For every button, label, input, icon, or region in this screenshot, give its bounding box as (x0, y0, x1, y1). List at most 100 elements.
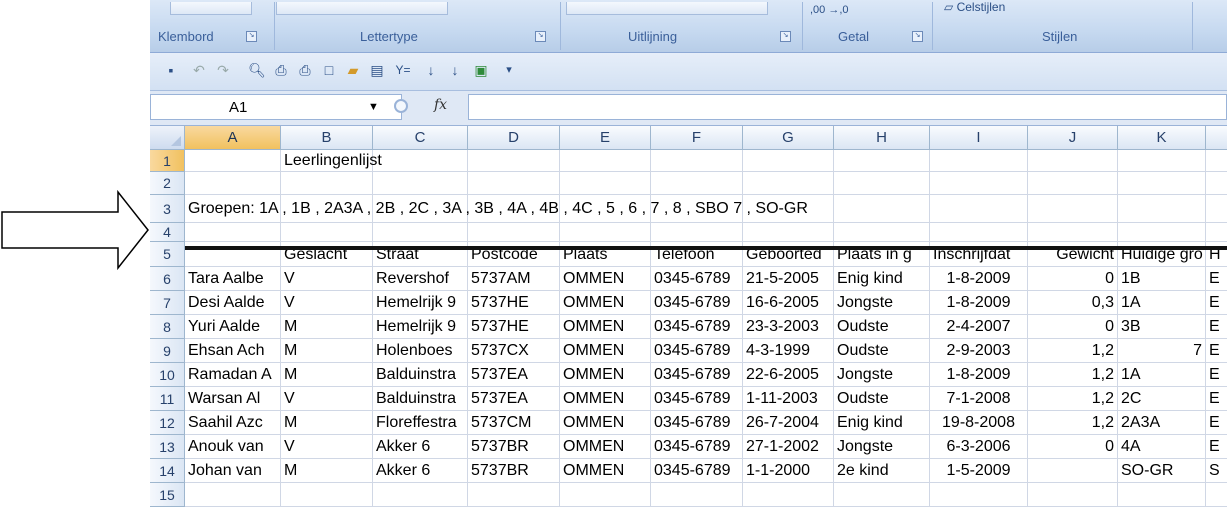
table-cell[interactable]: 0345-6789 (651, 291, 743, 315)
sort-descending-icon[interactable]: ↓ (446, 61, 464, 79)
formula-input[interactable] (468, 94, 1227, 120)
column-header[interactable]: I (930, 126, 1028, 150)
print-preview-icon[interactable]: 🔍︎ (248, 61, 266, 79)
table-cell[interactable]: 5737CM (468, 411, 560, 435)
table-cell[interactable]: Leerlingenlijst (281, 150, 382, 172)
table-cell[interactable]: E (1206, 411, 1227, 435)
table-cell[interactable]: 1,2 (1028, 339, 1118, 363)
row-header[interactable]: 8 (150, 315, 185, 339)
table-cell[interactable]: Holenboes (373, 339, 468, 363)
table-cell[interactable]: 1A (1118, 291, 1206, 315)
table-cell[interactable]: 4A (1118, 435, 1206, 459)
table-cell[interactable]: OMMEN (560, 411, 651, 435)
column-header[interactable]: B (281, 126, 373, 150)
table-cell[interactable]: Jongste (834, 363, 930, 387)
decrease-decimal-button[interactable]: ,00 →,0 (810, 4, 849, 16)
table-cell[interactable]: 21-5-2005 (743, 267, 834, 291)
undo-icon[interactable]: ↶ (190, 61, 208, 79)
row-header[interactable]: 7 (150, 291, 185, 315)
table-cell[interactable] (930, 172, 1028, 195)
page-setup-icon[interactable]: ▤ (368, 61, 386, 79)
table-cell[interactable] (560, 223, 651, 242)
table-cell[interactable]: Jongste (834, 291, 930, 315)
table-cell[interactable] (651, 223, 743, 242)
table-cell[interactable] (1028, 483, 1118, 507)
table-cell[interactable]: 16-6-2005 (743, 291, 834, 315)
table-cell[interactable]: 0345-6789 (651, 411, 743, 435)
table-cell[interactable] (185, 223, 281, 242)
table-cell[interactable]: 26-7-2004 (743, 411, 834, 435)
table-cell[interactable] (1206, 150, 1227, 172)
table-cell[interactable] (930, 150, 1028, 172)
table-cell[interactable]: E (1206, 315, 1227, 339)
table-cell[interactable]: 27-1-2002 (743, 435, 834, 459)
table-cell[interactable]: 1,2 (1028, 411, 1118, 435)
row-header[interactable]: 13 (150, 435, 185, 459)
table-cell[interactable]: 5737BR (468, 459, 560, 483)
new-icon[interactable]: □ (320, 61, 338, 79)
table-cell[interactable]: SO-GR (1118, 459, 1206, 483)
table-cell[interactable]: M (281, 363, 373, 387)
table-cell[interactable] (468, 172, 560, 195)
row-header[interactable]: 11 (150, 387, 185, 411)
table-cell[interactable]: 0345-6789 (651, 339, 743, 363)
ribbon-font-controls[interactable] (276, 2, 448, 15)
table-cell[interactable] (373, 223, 468, 242)
column-header[interactable]: G (743, 126, 834, 150)
table-cell[interactable]: Akker 6 (373, 459, 468, 483)
table-cell[interactable] (560, 172, 651, 195)
table-cell[interactable]: Enig kind (834, 267, 930, 291)
table-cell[interactable] (1206, 195, 1227, 223)
table-cell[interactable] (560, 150, 651, 172)
select-all-button[interactable] (150, 126, 185, 150)
save-icon[interactable]: ▪ (162, 61, 180, 79)
name-box-dropdown-icon[interactable]: ▼ (368, 101, 379, 113)
table-cell[interactable] (373, 172, 468, 195)
table-cell[interactable]: 0345-6789 (651, 435, 743, 459)
table-cell[interactable]: 0,3 (1028, 291, 1118, 315)
row-header[interactable]: 3 (150, 195, 185, 223)
table-cell[interactable]: 0345-6789 (651, 363, 743, 387)
table-cell[interactable]: 0 (1028, 315, 1118, 339)
row-header[interactable]: 10 (150, 363, 185, 387)
form-icon[interactable]: ▣ (472, 61, 490, 79)
table-cell[interactable]: 7 (1118, 339, 1206, 363)
table-cell[interactable]: OMMEN (560, 459, 651, 483)
table-cell[interactable]: Jongste (834, 435, 930, 459)
open-icon[interactable]: ▰ (344, 61, 362, 79)
sort-ascending-icon[interactable]: ↓ (422, 61, 440, 79)
table-cell[interactable] (185, 172, 281, 195)
table-cell[interactable]: OMMEN (560, 387, 651, 411)
table-cell[interactable]: 1-11-2003 (743, 387, 834, 411)
table-cell[interactable] (1028, 172, 1118, 195)
table-cell[interactable]: OMMEN (560, 363, 651, 387)
table-cell[interactable]: Anouk van (185, 435, 281, 459)
customize-qat-icon[interactable]: ▾ (500, 61, 518, 79)
table-cell[interactable]: Johan van (185, 459, 281, 483)
table-cell[interactable]: E (1206, 363, 1227, 387)
table-cell[interactable]: 19-8-2008 (930, 411, 1028, 435)
table-cell[interactable] (373, 150, 468, 172)
table-cell[interactable]: 1-1-2000 (743, 459, 834, 483)
table-cell[interactable]: M (281, 459, 373, 483)
table-cell[interactable]: 5737BR (468, 435, 560, 459)
number-launcher-icon[interactable]: ↘ (912, 31, 923, 42)
table-cell[interactable]: 2e kind (834, 459, 930, 483)
table-cell[interactable] (1118, 195, 1206, 223)
table-cell[interactable]: Warsan Al (185, 387, 281, 411)
table-cell[interactable] (834, 172, 930, 195)
table-cell[interactable] (651, 483, 743, 507)
table-cell[interactable]: M (281, 411, 373, 435)
table-cell[interactable]: E (1206, 339, 1227, 363)
worksheet-grid[interactable]: ABCDEFGHIJK 1 Leerlingenlijst 2 3 Groepen: 1… (150, 126, 1227, 507)
table-cell[interactable]: V (281, 267, 373, 291)
table-cell[interactable]: Enig kind (834, 411, 930, 435)
table-cell[interactable]: 1A (1118, 363, 1206, 387)
table-cell[interactable]: M (281, 339, 373, 363)
column-header[interactable]: J (1028, 126, 1118, 150)
table-cell[interactable]: OMMEN (560, 315, 651, 339)
table-cell[interactable]: E (1206, 387, 1227, 411)
formula-cancel-icon[interactable] (394, 99, 408, 113)
table-cell[interactable]: Oudste (834, 339, 930, 363)
print-icon[interactable]: ⎙ (296, 61, 314, 79)
